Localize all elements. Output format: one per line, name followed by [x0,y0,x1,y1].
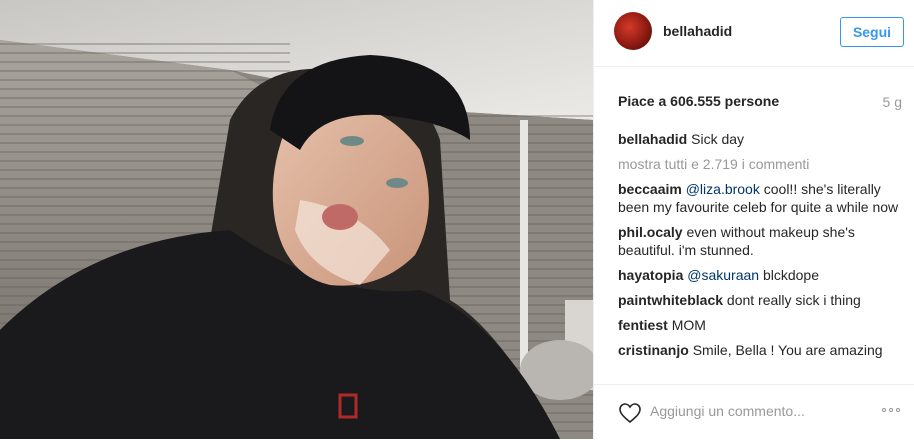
comment-username[interactable]: hayatopia [618,267,683,283]
comment-text: Smile, Bella ! You are amazing [692,342,883,358]
post-header: bellahadid Segui [594,0,914,67]
show-all-comments-link[interactable]: mostra tutti e 2.719 i commenti [618,155,902,173]
comment-username[interactable]: fentiest [618,317,668,333]
comment-item: cristinanjo Smile, Bella ! You are amazi… [618,341,902,359]
more-options-icon[interactable] [882,408,900,412]
dot-icon [882,408,886,412]
comment-text: MOM [671,317,706,333]
post-photo-image [0,0,593,439]
comment-username[interactable]: cristinanjo [618,342,689,358]
heart-icon-glyph [619,403,641,424]
instagram-post: bellahadid Segui Piace a 606.555 persone… [0,0,914,439]
comment-item: beccaaim @liza.brook cool!! she's litera… [618,180,902,216]
post-sidebar: bellahadid Segui Piace a 606.555 persone… [593,0,914,439]
comment-item: paintwhiteblack dont really sick i thing [618,291,902,309]
comment-username[interactable]: beccaaim [618,181,682,197]
comment-item: fentiest MOM [618,316,902,334]
comment-mention[interactable]: @liza.brook [686,181,760,197]
caption: bellahadid Sick day [618,130,902,148]
heart-icon[interactable] [618,402,642,429]
comment-mention[interactable]: @sakuraan [687,267,759,283]
comment-text: blckdope [759,267,819,283]
comment-text: dont really sick i thing [726,292,861,308]
comment-input[interactable] [650,401,850,421]
comment-item: phil.ocaly even without makeup she's bea… [618,223,902,259]
comments-list: bellahadid Sick day mostra tutti e 2.719… [618,130,902,366]
post-age[interactable]: 5 g [883,94,902,110]
caption-username[interactable]: bellahadid [618,131,687,147]
profile-avatar[interactable] [614,12,652,50]
comment-username[interactable]: phil.ocaly [618,224,683,240]
follow-button[interactable]: Segui [840,17,904,47]
comment-item: hayatopia @sakuraan blckdope [618,266,902,284]
header-username[interactable]: bellahadid [663,23,732,39]
dot-icon [889,408,893,412]
dot-icon [896,408,900,412]
caption-text: Sick day [691,131,745,147]
likes-count[interactable]: Piace a 606.555 persone [618,93,779,109]
comment-username[interactable]: paintwhiteblack [618,292,723,308]
comment-footer [594,384,914,440]
post-photo[interactable] [0,0,593,439]
